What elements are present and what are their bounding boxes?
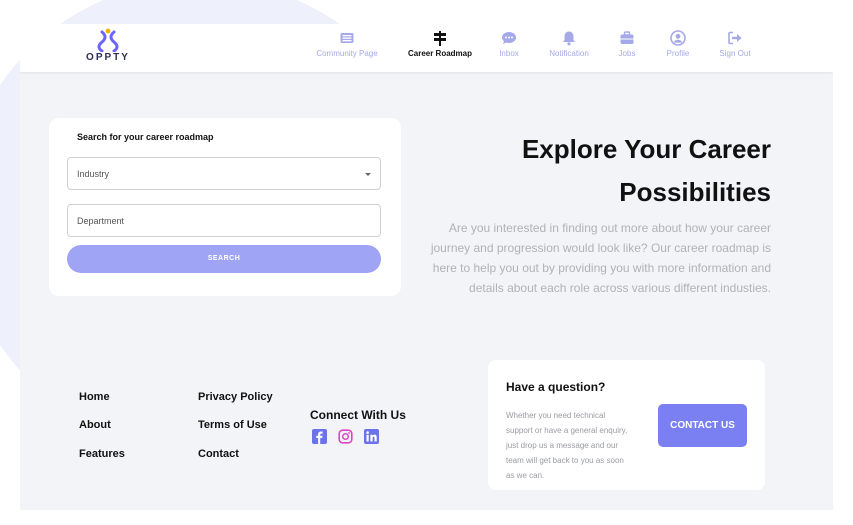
nav-career-roadmap[interactable]: Career Roadmap bbox=[404, 30, 476, 70]
footer-link-contact[interactable]: Contact bbox=[198, 448, 239, 460]
footer-link-terms-of-use[interactable]: Terms of Use bbox=[198, 419, 267, 431]
hero-title-line2: Possibilities bbox=[619, 177, 771, 207]
nav-label: Sign Out bbox=[719, 49, 751, 58]
nav-community-page[interactable]: Community Page bbox=[312, 30, 382, 70]
main-nav: Community Page Career Roadmap Inbox Noti… bbox=[20, 30, 833, 70]
footer-link-home[interactable]: Home bbox=[79, 391, 110, 403]
nav-profile[interactable]: Profile bbox=[661, 30, 695, 70]
chevron-down-icon bbox=[365, 173, 371, 176]
bell-icon bbox=[563, 31, 575, 46]
nav-inbox[interactable]: Inbox bbox=[494, 30, 524, 70]
hero-title: Explore Your Career Possibilities bbox=[411, 128, 771, 214]
footer-link-about[interactable]: About bbox=[79, 419, 111, 431]
facebook-icon[interactable] bbox=[312, 429, 327, 444]
signpost-icon bbox=[434, 31, 446, 46]
linkedin-icon[interactable] bbox=[364, 429, 379, 444]
nav-jobs[interactable]: Jobs bbox=[611, 30, 643, 70]
newspaper-icon bbox=[340, 33, 354, 43]
search-card: Search for your career roadmap Industry … bbox=[49, 118, 401, 296]
chat-icon bbox=[502, 32, 516, 44]
contact-us-button[interactable]: CONTACT US bbox=[658, 404, 747, 447]
department-label: Department bbox=[77, 216, 125, 226]
department-input[interactable]: Department bbox=[67, 204, 381, 237]
footer-link-features[interactable]: Features bbox=[79, 448, 125, 460]
nav-label: Jobs bbox=[618, 49, 636, 58]
question-card: Have a question? Whether you need techni… bbox=[488, 360, 765, 490]
nav-label: Inbox bbox=[499, 49, 519, 58]
hero-title-line1: Explore Your Career bbox=[521, 134, 771, 164]
search-button[interactable]: SEARCH bbox=[67, 245, 381, 273]
instagram-icon[interactable] bbox=[338, 429, 353, 444]
search-card-title: Search for your career roadmap bbox=[77, 132, 214, 142]
nav-label: Community Page bbox=[316, 49, 378, 58]
industry-label: Industry bbox=[77, 169, 110, 179]
footer-link-privacy-policy[interactable]: Privacy Policy bbox=[198, 391, 273, 403]
page: OPPTY Community Page Career Roadmap Inbo… bbox=[20, 24, 833, 510]
nav-label: Notification bbox=[549, 49, 589, 58]
question-title: Have a question? bbox=[506, 380, 606, 394]
hero-description: Are you interested in finding out more a… bbox=[430, 221, 771, 295]
nav-label: Profile bbox=[666, 49, 690, 58]
nav-notification[interactable]: Notification bbox=[543, 30, 595, 70]
top-nav-bar: OPPTY Community Page Career Roadmap Inbo… bbox=[20, 24, 833, 72]
nav-label: Career Roadmap bbox=[407, 49, 473, 58]
connect-title: Connect With Us bbox=[310, 408, 406, 422]
question-text: Whether you need technical support or ha… bbox=[506, 411, 628, 480]
nav-sign-out[interactable]: Sign Out bbox=[712, 30, 758, 70]
user-circle-icon bbox=[670, 30, 686, 46]
sign-out-icon bbox=[728, 31, 742, 45]
briefcase-icon bbox=[620, 31, 634, 44]
industry-select[interactable]: Industry bbox=[67, 157, 381, 190]
